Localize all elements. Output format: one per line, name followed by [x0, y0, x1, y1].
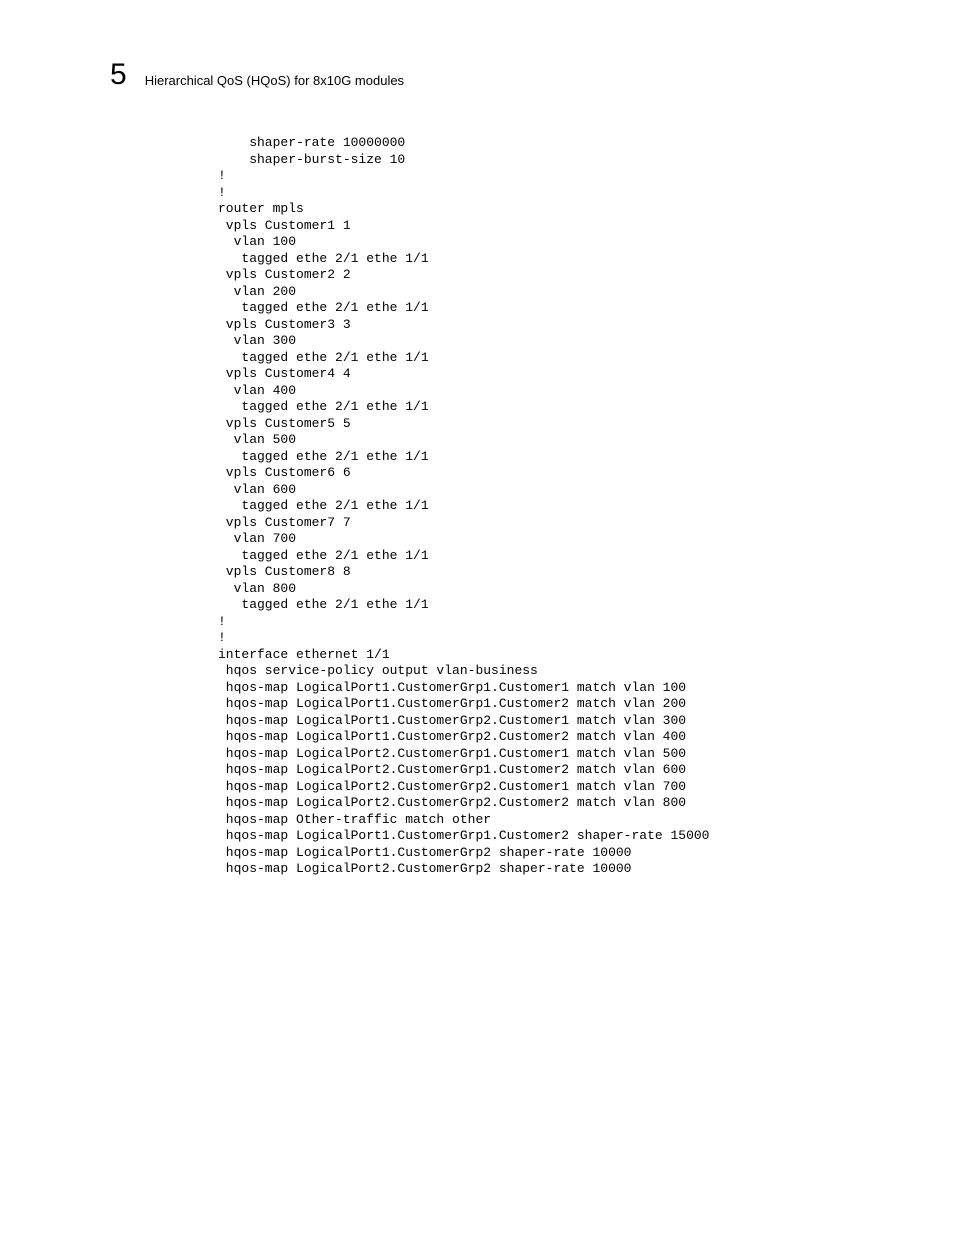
- config-code-block: shaper-rate 10000000 shaper-burst-size 1…: [218, 135, 709, 878]
- page: 5 Hierarchical QoS (HQoS) for 8x10G modu…: [0, 0, 954, 1235]
- page-title: Hierarchical QoS (HQoS) for 8x10G module…: [145, 73, 404, 88]
- chapter-number: 5: [110, 60, 127, 90]
- page-header: 5 Hierarchical QoS (HQoS) for 8x10G modu…: [110, 60, 844, 90]
